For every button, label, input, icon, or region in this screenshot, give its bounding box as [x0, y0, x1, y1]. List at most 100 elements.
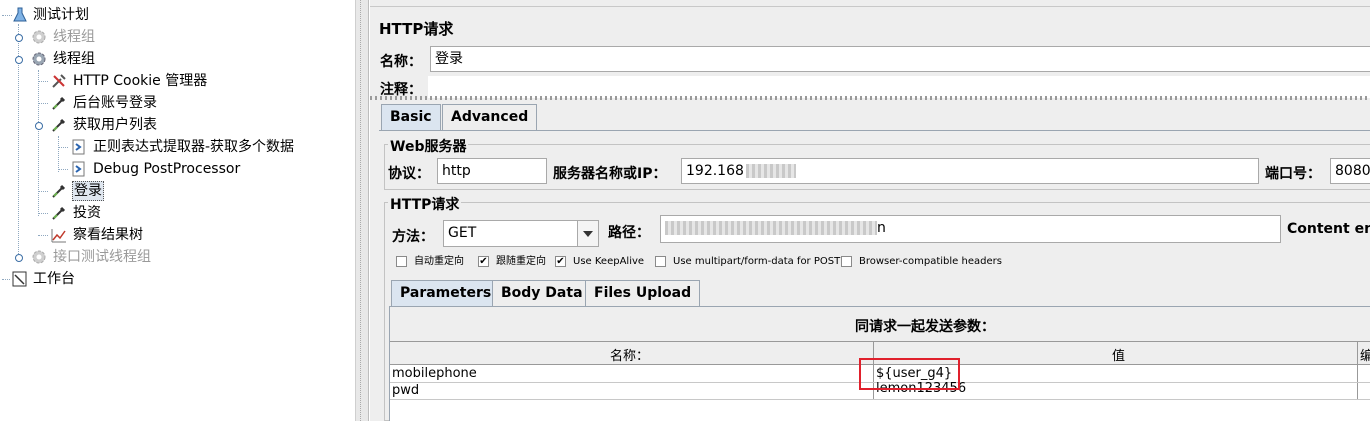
tab-advanced[interactable]: Advanced — [442, 104, 538, 130]
tree-node-label: 线程组 — [53, 51, 95, 67]
pipette-icon — [52, 96, 66, 110]
method-select[interactable]: GET — [443, 220, 599, 247]
tree-node-label: 接口测试线程组 — [53, 249, 151, 265]
tree-node-admin-login[interactable]: 后台账号登录 — [0, 92, 350, 114]
tab-body-data[interactable]: Body Data — [492, 280, 592, 306]
redacted-text — [665, 221, 877, 235]
http-request-legend: HTTP请求 — [388, 194, 462, 214]
web-server-legend: Web服务器 — [388, 136, 469, 156]
tree-node-thread-group[interactable]: 线程组 — [0, 48, 350, 70]
workbench-icon — [12, 271, 27, 287]
tree-node-login[interactable]: 登录 — [0, 180, 350, 202]
chart-icon — [51, 229, 66, 243]
expand-toggle-icon[interactable] — [35, 122, 43, 130]
splitter-grip — [360, 0, 362, 421]
tree-connector — [58, 147, 68, 148]
checkbox-box[interactable] — [396, 256, 407, 267]
tree-connector — [38, 213, 48, 214]
tree-node-regex-extractor[interactable]: 正则表达式提取器-获取多个数据 — [0, 136, 350, 158]
name-label: 名称： — [380, 54, 422, 70]
chevron-down-icon[interactable] — [577, 221, 598, 246]
tree-node-label: 正则表达式提取器-获取多个数据 — [93, 139, 295, 155]
tab-strip-line — [379, 130, 1370, 131]
pipette-icon — [52, 184, 66, 198]
tree-node-label: Debug PostProcessor — [93, 161, 241, 177]
tab-files-upload[interactable]: Files Upload — [585, 280, 701, 306]
pipette-icon — [52, 118, 66, 132]
parameters-caption: 同请求一起发送参数： — [855, 319, 995, 335]
tree-node-test-plan[interactable]: 测试计划 — [0, 4, 350, 26]
redacted-text — [745, 164, 796, 178]
tree-connector — [58, 169, 68, 170]
checkbox-label: Use KeepAlive — [573, 256, 645, 267]
protocol-label: 协议： — [388, 166, 430, 182]
tree-node-workbench[interactable]: 工作台 — [0, 268, 350, 290]
parameters-table: 名称： 值 编 mobilephone ${user_g4} pwd lemon… — [390, 341, 1370, 421]
tree-node-label: HTTP Cookie 管理器 — [73, 73, 208, 89]
expand-toggle-icon[interactable] — [15, 34, 23, 42]
checkmark-icon[interactable]: ✔ — [478, 256, 489, 267]
expand-toggle-icon[interactable] — [15, 254, 23, 262]
tree-node-label: 测试计划 — [33, 7, 89, 23]
checkbox-box[interactable] — [841, 256, 852, 267]
path-value: n — [877, 220, 886, 236]
checkbox-label: Use multipart/form-data for POST — [673, 256, 841, 267]
method-value: GET — [448, 225, 477, 241]
tree-node-thread-group[interactable]: 线程组 — [0, 26, 350, 48]
tab-basic[interactable]: Basic — [381, 104, 441, 131]
highlight-annotation-box — [859, 358, 960, 390]
content-encoding-label: Content enc — [1287, 221, 1370, 237]
gear-icon — [32, 30, 46, 44]
panel-title: HTTP请求 — [379, 20, 454, 38]
checkbox-label: 自动重定向 — [414, 256, 464, 267]
section-divider — [370, 96, 1370, 100]
test-plan-tree: 测试计划 线程组 线程组 HTTP Cookie 管理器 后台账号登录 获取用户… — [0, 0, 355, 421]
checkmark-icon[interactable]: ✔ — [555, 256, 566, 267]
checkbox-label: Browser-compatible headers — [859, 256, 1002, 267]
column-header-encode[interactable]: 编 — [1360, 345, 1370, 364]
protocol-field[interactable]: http — [437, 158, 547, 184]
path-field[interactable]: n — [660, 215, 1281, 243]
server-value: 192.168 — [686, 163, 744, 179]
pipette-icon — [52, 206, 66, 220]
tree-node-label: 获取用户列表 — [73, 117, 157, 133]
path-label: 路径： — [608, 225, 650, 241]
port-field[interactable]: 8080 — [1330, 158, 1370, 184]
comment-field[interactable] — [428, 76, 1370, 98]
tree-node-label: 线程组 — [53, 29, 95, 45]
http-request-editor: HTTP请求 名称： 登录 注释： Basic Advanced Web服务器 … — [370, 0, 1370, 421]
tree-node-label: 登录 — [72, 181, 104, 201]
postprocessor-icon — [72, 139, 85, 155]
tree-node-get-user-list[interactable]: 获取用户列表 — [0, 114, 350, 136]
param-name-cell[interactable]: pwd — [392, 383, 419, 398]
tree-connector — [38, 103, 48, 104]
server-field[interactable]: 192.168 — [681, 158, 1259, 184]
tree-node-invest[interactable]: 投资 — [0, 202, 350, 224]
tab-parameters[interactable]: Parameters — [391, 280, 501, 307]
column-header-name[interactable]: 名称： — [610, 345, 649, 364]
wrench-icon — [52, 74, 66, 88]
port-label: 端口号： — [1265, 166, 1321, 182]
checkbox-box[interactable] — [655, 256, 666, 267]
name-field[interactable]: 登录 — [430, 46, 1370, 72]
method-label: 方法： — [392, 229, 434, 245]
tree-node-label: 投资 — [73, 205, 101, 221]
tree-node-label: 后台账号登录 — [73, 95, 157, 111]
tree-connector — [38, 235, 48, 236]
postprocessor-icon — [72, 161, 85, 177]
param-name-cell[interactable]: mobilephone — [392, 366, 477, 381]
tree-node-cookie-manager[interactable]: HTTP Cookie 管理器 — [0, 70, 350, 92]
tree-node-view-results-tree[interactable]: 察看结果树 — [0, 224, 350, 246]
server-label: 服务器名称或IP： — [553, 166, 667, 182]
expand-toggle-icon[interactable] — [15, 56, 23, 64]
tree-node-label: 工作台 — [33, 271, 75, 287]
gear-icon — [32, 250, 46, 264]
tree-node-debug-postprocessor[interactable]: Debug PostProcessor — [0, 158, 350, 180]
divider — [370, 6, 1370, 7]
tree-node-api-thread-group[interactable]: 接口测试线程组 — [0, 246, 350, 268]
tree-connector — [38, 81, 48, 82]
checkbox-label: 跟随重定向 — [496, 256, 546, 267]
pane-splitter[interactable] — [355, 0, 369, 421]
tree-node-label: 察看结果树 — [73, 227, 143, 243]
column-header-value[interactable]: 值 — [1112, 345, 1125, 364]
